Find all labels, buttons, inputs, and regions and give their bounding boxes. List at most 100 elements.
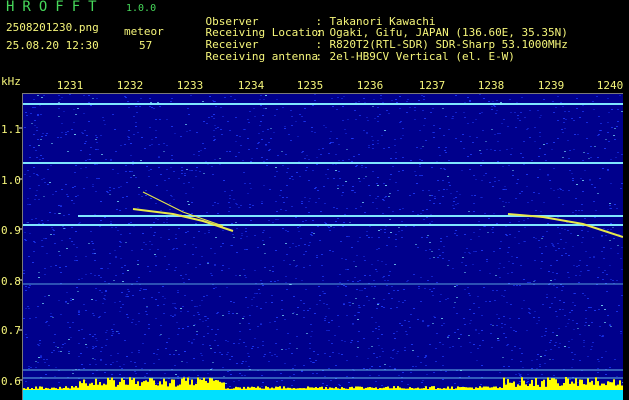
noise-speck xyxy=(421,382,423,383)
noise-speck xyxy=(337,188,339,189)
noise-speck xyxy=(339,282,341,283)
activity-bar xyxy=(347,388,349,390)
noise-speck xyxy=(66,194,68,195)
activity-bar xyxy=(205,381,207,390)
noise-speck xyxy=(401,237,403,238)
noise-speck xyxy=(130,361,132,362)
noise-speck xyxy=(150,198,152,199)
noise-speck xyxy=(439,342,441,343)
activity-bar xyxy=(503,377,505,390)
noise-speck xyxy=(170,101,172,102)
noise-speck xyxy=(275,219,277,220)
noise-speck xyxy=(40,139,42,140)
noise-speck xyxy=(168,264,170,265)
noise-speck xyxy=(74,186,76,187)
noise-speck xyxy=(55,346,57,347)
noise-speck xyxy=(328,153,330,154)
noise-speck xyxy=(136,112,138,113)
noise-speck xyxy=(73,122,75,123)
noise-speck xyxy=(492,227,494,228)
noise-speck xyxy=(335,154,337,155)
noise-speck xyxy=(27,306,29,307)
noise-speck xyxy=(25,308,27,309)
noise-speck xyxy=(401,230,403,231)
noise-speck xyxy=(328,368,330,369)
noise-speck xyxy=(359,181,361,182)
noise-speck xyxy=(475,330,477,331)
noise-speck xyxy=(124,340,126,341)
noise-speck xyxy=(529,137,531,138)
noise-speck xyxy=(224,191,226,192)
activity-bar xyxy=(291,388,293,390)
noise-speck xyxy=(133,226,135,227)
noise-speck xyxy=(502,201,504,202)
noise-speck xyxy=(190,95,192,96)
noise-speck xyxy=(345,295,347,296)
noise-speck xyxy=(540,356,542,357)
noise-speck xyxy=(162,286,164,287)
noise-speck xyxy=(389,271,391,272)
noise-speck xyxy=(134,362,136,363)
noise-speck xyxy=(618,305,620,306)
noise-speck xyxy=(215,334,217,335)
noise-speck xyxy=(614,139,616,140)
noise-speck xyxy=(43,196,45,197)
noise-speck xyxy=(261,203,263,204)
noise-speck xyxy=(321,254,323,255)
noise-speck xyxy=(294,365,296,366)
noise-speck xyxy=(131,322,133,323)
noise-speck xyxy=(470,320,472,321)
noise-speck xyxy=(456,285,458,286)
noise-speck xyxy=(101,154,103,155)
noise-speck xyxy=(539,117,541,118)
noise-speck xyxy=(307,310,309,311)
noise-speck xyxy=(436,333,438,334)
activity-bar xyxy=(517,384,519,390)
noise-speck xyxy=(251,158,253,159)
noise-speck xyxy=(175,234,177,235)
noise-speck xyxy=(146,307,148,308)
activity-bar xyxy=(477,387,479,390)
noise-speck xyxy=(96,340,98,341)
activity-bar xyxy=(141,382,143,390)
noise-speck xyxy=(163,222,165,223)
noise-speck xyxy=(112,169,114,170)
activity-bar xyxy=(139,385,141,390)
noise-speck xyxy=(85,274,87,275)
noise-speck xyxy=(144,148,146,149)
noise-speck xyxy=(207,373,209,374)
noise-speck xyxy=(187,326,189,327)
noise-speck xyxy=(66,248,68,249)
noise-speck xyxy=(563,248,565,249)
noise-speck xyxy=(110,364,112,365)
noise-speck xyxy=(503,267,505,268)
noise-speck xyxy=(206,295,208,296)
noise-speck xyxy=(561,228,563,229)
noise-speck xyxy=(202,360,204,361)
noise-speck xyxy=(319,295,321,296)
noise-speck xyxy=(291,385,293,386)
noise-speck xyxy=(439,301,441,302)
noise-speck xyxy=(312,220,314,221)
noise-speck xyxy=(382,351,384,352)
noise-speck xyxy=(329,250,331,251)
noise-speck xyxy=(217,203,219,204)
noise-speck xyxy=(38,272,40,273)
noise-speck xyxy=(215,237,217,238)
noise-speck xyxy=(138,352,140,353)
noise-speck xyxy=(346,208,348,209)
activity-bar xyxy=(443,388,445,390)
noise-speck xyxy=(596,96,598,97)
activity-bar xyxy=(203,377,205,390)
noise-speck xyxy=(394,145,396,146)
noise-speck xyxy=(126,196,128,197)
noise-speck xyxy=(178,228,180,229)
noise-speck xyxy=(454,233,456,234)
noise-speck xyxy=(144,334,146,335)
noise-speck xyxy=(495,113,497,114)
noise-speck xyxy=(352,186,354,187)
noise-speck xyxy=(442,379,444,380)
noise-speck xyxy=(125,165,127,166)
noise-speck xyxy=(588,325,590,326)
noise-speck xyxy=(443,189,445,190)
